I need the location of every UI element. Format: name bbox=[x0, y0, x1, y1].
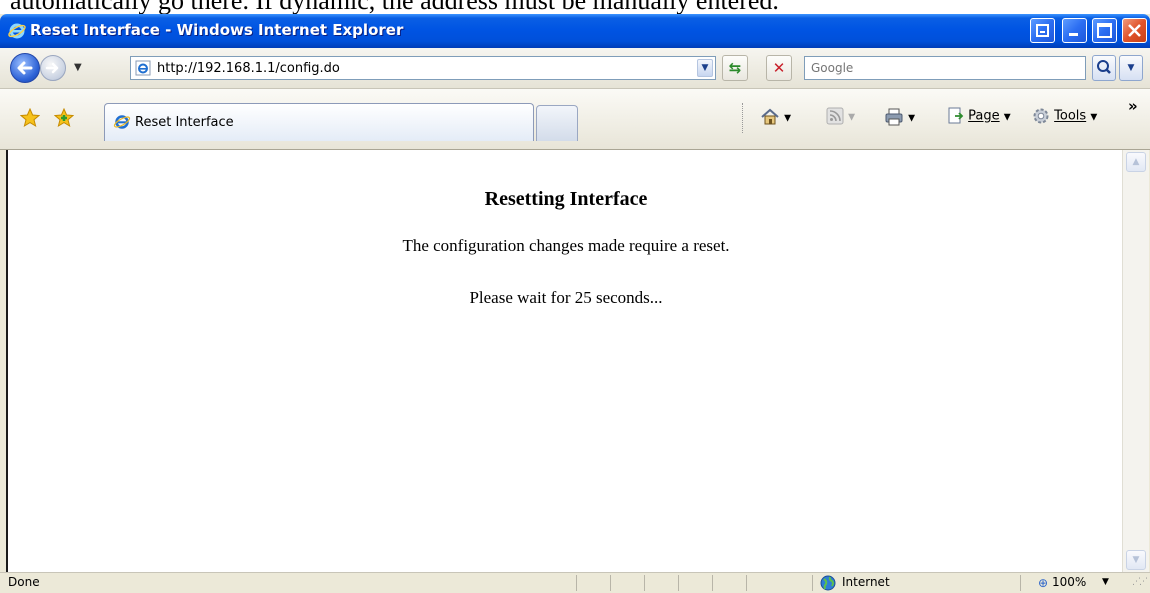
feeds-dropdown-icon: ▼ bbox=[848, 112, 856, 123]
close-icon bbox=[1128, 24, 1141, 37]
minimize-icon bbox=[1069, 33, 1078, 36]
back-button[interactable] bbox=[10, 53, 40, 83]
search-icon bbox=[1097, 60, 1111, 74]
navigation-bar: ▼ ▼ ⇆ ✕ ▼ bbox=[0, 48, 1150, 89]
address-dropdown-button[interactable]: ▼ bbox=[697, 59, 713, 77]
status-divider bbox=[712, 575, 713, 591]
home-dropdown-icon: ▼ bbox=[784, 113, 792, 124]
status-divider bbox=[610, 575, 611, 591]
scroll-down-arrow-icon[interactable]: ▼ bbox=[1126, 550, 1146, 570]
window-restore-icon bbox=[1036, 24, 1049, 37]
page-message: The configuration changes made require a… bbox=[402, 236, 730, 255]
feeds-button[interactable]: ▼ bbox=[826, 107, 855, 125]
ie-logo-icon bbox=[8, 23, 26, 39]
page-menu[interactable]: Page ▼ bbox=[946, 107, 1011, 125]
page-content: Resetting Interface The configuration ch… bbox=[6, 150, 1124, 572]
recent-pages-dropdown[interactable]: ▼ bbox=[74, 62, 82, 73]
page-wait-message: Please wait for 25 seconds... bbox=[469, 288, 663, 307]
maximize-button[interactable] bbox=[1092, 18, 1117, 43]
internet-globe-icon bbox=[820, 575, 836, 591]
gear-icon bbox=[1033, 108, 1049, 124]
tools-menu-label: Tools bbox=[1054, 108, 1087, 124]
status-text: Done bbox=[8, 575, 40, 589]
page-menu-icon bbox=[948, 107, 964, 124]
page-heading: Resetting Interface bbox=[484, 188, 648, 210]
stop-button[interactable]: ✕ bbox=[766, 55, 792, 81]
vertical-scrollbar[interactable]: ▲ ▼ bbox=[1122, 150, 1149, 572]
search-input[interactable] bbox=[811, 59, 1071, 77]
print-button[interactable]: ▼ bbox=[884, 107, 915, 127]
tab-label: Reset Interface bbox=[135, 115, 234, 130]
refresh-icon: ⇆ bbox=[728, 59, 742, 77]
browser-window: Reset Interface - Windows Internet Explo… bbox=[0, 14, 1150, 593]
minimize-button[interactable] bbox=[1062, 18, 1087, 43]
scroll-up-arrow-icon[interactable]: ▲ bbox=[1126, 152, 1146, 172]
page-ie-icon bbox=[135, 60, 151, 76]
status-divider bbox=[1020, 575, 1021, 591]
security-zone-label: Internet bbox=[842, 575, 890, 589]
tools-menu[interactable]: Tools ▼ bbox=[1032, 107, 1097, 125]
print-icon bbox=[885, 108, 903, 126]
forward-button[interactable] bbox=[40, 55, 66, 81]
search-box[interactable] bbox=[804, 56, 1086, 80]
new-tab-button[interactable] bbox=[536, 105, 578, 141]
search-options-dropdown[interactable]: ▼ bbox=[1119, 55, 1143, 81]
add-favorite-icon[interactable] bbox=[54, 108, 74, 128]
forward-arrow-icon bbox=[45, 62, 59, 74]
zoom-icon[interactable]: ⊕ bbox=[1038, 576, 1048, 590]
status-divider bbox=[746, 575, 747, 591]
window-title: Reset Interface - Windows Internet Explo… bbox=[30, 21, 404, 39]
status-divider bbox=[576, 575, 577, 591]
stop-icon: ✕ bbox=[772, 59, 786, 77]
zoom-dropdown-icon[interactable]: ▼ bbox=[1102, 577, 1109, 587]
maximize-icon bbox=[1097, 23, 1112, 38]
status-bar: Done Internet ⊕ 100% ▼ ⋰⋰ bbox=[0, 572, 1150, 593]
status-divider bbox=[644, 575, 645, 591]
rss-feed-icon bbox=[826, 107, 844, 125]
print-dropdown-icon: ▼ bbox=[908, 113, 916, 124]
page-menu-label: Page bbox=[968, 108, 1000, 124]
status-divider bbox=[812, 575, 813, 591]
back-arrow-icon bbox=[17, 61, 33, 75]
home-icon bbox=[761, 108, 779, 125]
home-button[interactable]: ▼ bbox=[760, 107, 791, 127]
address-input[interactable] bbox=[157, 59, 657, 77]
ie-restore-button[interactable] bbox=[1030, 18, 1055, 43]
search-button[interactable] bbox=[1092, 55, 1116, 81]
tools-dropdown-icon: ▼ bbox=[1090, 112, 1098, 123]
resize-grip-icon[interactable]: ⋰⋰ bbox=[1132, 577, 1148, 587]
tab-reset-interface[interactable]: Reset Interface bbox=[104, 103, 534, 141]
ie-tab-icon bbox=[113, 115, 131, 129]
page-dropdown-icon: ▼ bbox=[1003, 112, 1011, 123]
refresh-button[interactable]: ⇆ bbox=[722, 55, 748, 81]
close-button[interactable] bbox=[1122, 18, 1147, 43]
favorites-star-icon[interactable] bbox=[20, 108, 40, 128]
tab-bar: Reset Interface ▼ ▼ ▼ Page ▼ Tools ▼ » bbox=[0, 89, 1150, 150]
more-commands-chevron-icon[interactable]: » bbox=[1128, 97, 1138, 115]
title-bar[interactable]: Reset Interface - Windows Internet Explo… bbox=[0, 14, 1150, 48]
status-divider bbox=[678, 575, 679, 591]
command-bar-separator bbox=[742, 103, 743, 133]
address-bar[interactable]: ▼ bbox=[130, 56, 716, 80]
zoom-level[interactable]: 100% bbox=[1052, 575, 1086, 589]
